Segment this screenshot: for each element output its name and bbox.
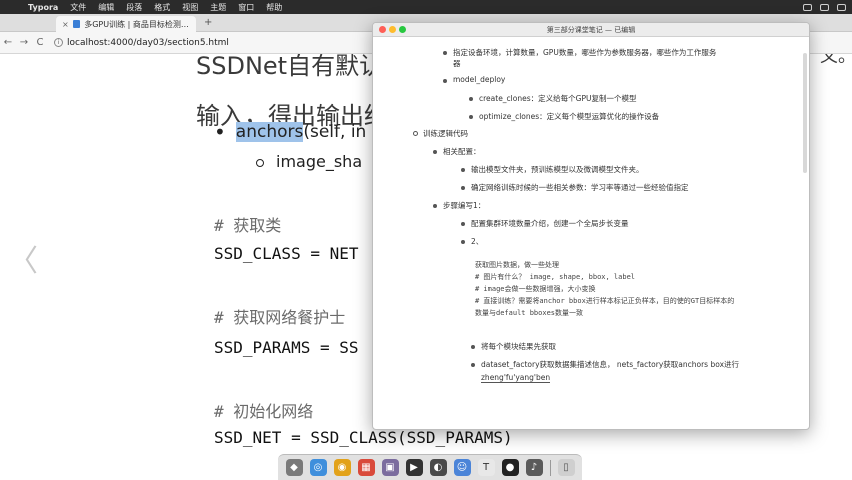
- list-bullet-icon: [469, 97, 473, 101]
- photo-icon[interactable]: ▣: [381, 459, 399, 476]
- menu-format[interactable]: 格式: [148, 2, 176, 13]
- note-line-ime-input[interactable]: zheng'fu'yang'ben: [481, 373, 551, 383]
- menu-file[interactable]: 文件: [64, 2, 92, 13]
- close-icon[interactable]: ×: [62, 20, 69, 29]
- typora-title-bar[interactable]: 第三部分课堂笔记 — 已编辑: [373, 23, 809, 37]
- favicon-icon: [72, 20, 81, 28]
- music-icon[interactable]: ♪: [525, 459, 543, 476]
- tab-title: 多GPU训练 | 商品目标检测课程: [84, 19, 190, 29]
- note-line-config: 相关配置：: [443, 147, 481, 156]
- list-bullet-icon: [443, 51, 447, 55]
- code-line-get-images: 获取图片数据，做一些处理: [475, 261, 559, 269]
- battery-icon[interactable]: [820, 3, 829, 11]
- prev-slide-arrow[interactable]: 〈: [8, 236, 38, 280]
- list-bullet-icon: [471, 345, 475, 349]
- note-line-training-logic: 训练逻辑代码: [423, 129, 468, 138]
- slide-edge-text: 义。: [820, 54, 852, 67]
- sub-bullet-text: image_sha: [276, 152, 363, 171]
- menu-theme[interactable]: 主题: [204, 2, 232, 13]
- finder-icon[interactable]: ☺: [453, 459, 471, 476]
- note-line-create-clones: create_clones：定义给每个GPU复制一个模型: [479, 94, 637, 103]
- menu-view[interactable]: 视图: [176, 2, 204, 13]
- menu-help[interactable]: 帮助: [260, 2, 288, 13]
- window-controls: [379, 26, 406, 33]
- bullet-anchors-rest: (self, in: [303, 122, 367, 142]
- code-ssd-net: SSD_NET = SSD_CLASS(SSD_PARAMS): [214, 428, 513, 447]
- back-button[interactable]: ←: [0, 37, 16, 48]
- code-ssd-params: SSD_PARAMS = SS: [214, 338, 359, 357]
- list-bullet-icon: [433, 150, 437, 154]
- chrome-icon[interactable]: ◉: [333, 459, 351, 476]
- bullet-anchors: • anchors (self, in: [214, 120, 366, 144]
- bullet-dot-icon: •: [214, 120, 226, 144]
- typora-window[interactable]: 第三部分课堂笔记 — 已编辑 指定设备环境，计算数量，GPU数量，哪些作为参数服…: [372, 22, 810, 430]
- note-line-get-modules: 将每个模块结果先获取: [481, 342, 556, 351]
- menu-app-name[interactable]: Typora: [22, 3, 64, 12]
- hollow-bullet-icon: [256, 158, 264, 167]
- minimize-window-icon[interactable]: [389, 26, 396, 33]
- note-line-output-folder: 输出模型文件夹，预训练模型以及微调模型文件夹。: [471, 165, 644, 174]
- forward-button[interactable]: →: [16, 37, 32, 48]
- search-icon[interactable]: [837, 3, 846, 11]
- note-line-device: 指定设备环境，计算数量，GPU数量，哪些作为参数服务器，哪些作为工作服务: [453, 48, 717, 57]
- launchpad-icon[interactable]: ◆: [285, 459, 303, 476]
- note-line-optimize-clones: optimize_clones：定义每个模型运算优化的操作设备: [479, 112, 660, 121]
- dock-separator: [549, 459, 551, 476]
- dock: ◆ ◎ ◉ ▦ ▣ ▶ ◐ ☺ T ● ♪ ▯: [278, 454, 582, 480]
- note-line-step1: 步骤编写1：: [443, 201, 486, 210]
- menu-edit[interactable]: 编辑: [92, 2, 120, 13]
- typora-window-title: 第三部分课堂笔记 — 已编辑: [546, 26, 636, 34]
- note-line-model-deploy: model_deploy: [453, 75, 506, 84]
- code-comment-get-params: # 获取网络餐护士: [214, 308, 346, 327]
- list-bullet-icon: [461, 240, 465, 244]
- menu-window[interactable]: 窗口: [232, 2, 260, 13]
- list-bullet-icon: [461, 186, 465, 190]
- note-line-dataset-factory: dataset_factory获取数据集描述信息， nets_factory获取…: [481, 360, 740, 369]
- calendar-icon[interactable]: ▦: [357, 459, 375, 476]
- typora-document[interactable]: 指定设备环境，计算数量，GPU数量，哪些作为参数服务器，哪些作为工作服务 器 m…: [373, 37, 809, 429]
- code-line-bboxes: 数量与default bboxes数量一致: [475, 309, 584, 317]
- code-ssd-class: SSD_CLASS = NET: [214, 244, 359, 263]
- new-tab-button[interactable]: +: [204, 17, 212, 28]
- code-comment-init-net: # 初始化网络: [214, 402, 314, 421]
- reload-button[interactable]: C: [32, 37, 48, 48]
- info-icon[interactable]: i: [54, 38, 63, 47]
- menu-paragraph[interactable]: 段落: [120, 2, 148, 13]
- list-bullet-icon: [469, 115, 473, 119]
- list-bullet-icon: [461, 222, 465, 226]
- tab-active[interactable]: × 多GPU训练 | 商品目标检测课程: [56, 16, 196, 32]
- url-text: localhost:4000/day03/section5.html: [67, 37, 229, 48]
- note-line-cluster: 配置集群环境数量介绍，创建一个全局步长变量: [471, 219, 629, 228]
- highlighted-anchors: anchors: [235, 122, 304, 142]
- code-line-anchor: # 直接训练？需要将anchor bbox进行样本标记正负样本，目的使的GT目标…: [475, 297, 735, 305]
- code-line-augment: # image会做一些数据增强，大小变换: [475, 285, 596, 293]
- code-line-image-fields: # 图片有什么？ image, shape, bbox, label: [475, 273, 636, 281]
- activity-icon[interactable]: ◐: [429, 459, 447, 476]
- note-line-step2: 2、: [471, 237, 484, 246]
- typora-icon[interactable]: T: [477, 459, 495, 476]
- note-line-device-cont: 器: [453, 59, 461, 68]
- zoom-window-icon[interactable]: [399, 26, 406, 33]
- note-line-params: 确定网络训练时候的一些相关参数：学习率等通过一些经验值指定: [471, 183, 689, 192]
- list-bullet-icon: [461, 168, 465, 172]
- terminal-icon[interactable]: ▶: [405, 459, 423, 476]
- code-comment-get-class: # 获取类: [214, 216, 282, 235]
- sub-bullet: image_sha: [256, 152, 362, 171]
- wifi-icon[interactable]: [803, 3, 812, 11]
- list-bullet-icon: [471, 363, 475, 367]
- quicktime-icon[interactable]: ●: [501, 459, 519, 476]
- list-bullet-icon: [433, 204, 437, 208]
- scrollbar[interactable]: [803, 53, 807, 173]
- address-bar[interactable]: i localhost:4000/day03/section5.html: [54, 35, 354, 51]
- list-hollow-bullet-icon: [413, 131, 418, 136]
- status-icons: [803, 0, 846, 14]
- trash-icon[interactable]: ▯: [557, 459, 575, 476]
- menu-bar: Typora 文件 编辑 段落 格式 视图 主题 窗口 帮助: [0, 0, 852, 14]
- close-window-icon[interactable]: [379, 26, 386, 33]
- list-bullet-icon: [443, 79, 447, 83]
- safari-icon[interactable]: ◎: [309, 459, 327, 476]
